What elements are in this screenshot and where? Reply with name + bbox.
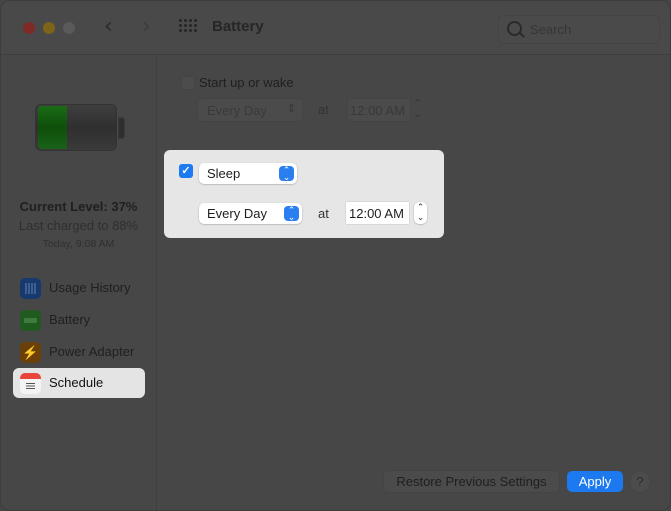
sleep-time-value: 12:00 AM	[349, 206, 404, 221]
startup-time-stepper[interactable]: ⌃ ⌄	[413, 99, 422, 120]
sidebar-item-usage-history[interactable]: Usage History	[13, 273, 145, 303]
sleep-frequency-select[interactable]: Every Day ⌃ ⌄	[199, 203, 302, 224]
battery-level-graphic	[35, 104, 125, 151]
popup-arrows-icon: ⇕	[286, 103, 296, 115]
startup-time-value: 12:00 AM	[350, 103, 405, 118]
startup-at-label: at	[318, 102, 329, 117]
power-adapter-icon: ⚡	[20, 342, 41, 363]
close-window-button[interactable]	[23, 22, 35, 34]
charged-time-text: Today, 9:08 AM	[42, 238, 115, 250]
minimize-window-button[interactable]	[43, 22, 55, 34]
forward-button[interactable]: ›	[142, 14, 151, 40]
sidebar-item-label: Power Adapter	[49, 344, 135, 359]
startup-label: Start up or wake	[199, 75, 294, 90]
sidebar-item-schedule[interactable]: Schedule	[13, 368, 145, 398]
battery-body	[35, 104, 117, 151]
help-button[interactable]: ?	[629, 471, 651, 493]
startup-time-field[interactable]: 12:00 AM	[347, 98, 411, 122]
sleep-schedule-panel: ✓ Sleep ⌃ ⌄ Every Day ⌃ ⌄ at 12:00 AM ⌃ ⌄	[164, 150, 444, 238]
battery-icon	[20, 310, 41, 331]
schedule-icon	[20, 373, 41, 394]
search-field[interactable]: Search	[498, 15, 660, 44]
sleep-frequency-value: Every Day	[207, 206, 267, 221]
sleep-action-value: Sleep	[207, 166, 241, 181]
usage-history-icon	[20, 278, 41, 299]
sleep-checkbox[interactable]: ✓	[179, 164, 193, 178]
restore-previous-settings-button[interactable]: Restore Previous Settings	[383, 470, 560, 493]
show-all-grid-icon[interactable]	[179, 19, 197, 37]
sleep-at-label: at	[318, 206, 329, 221]
startup-frequency-value: Every Day	[207, 103, 267, 118]
apply-button[interactable]: Apply	[567, 471, 623, 492]
battery-preferences-window: ‹ › Battery Search Current Level: 37% La…	[0, 0, 671, 511]
stepper-up-icon[interactable]: ⌃	[417, 202, 425, 212]
title-bar: ‹ › Battery Search	[1, 1, 670, 55]
sleep-time-stepper[interactable]: ⌃ ⌄	[414, 202, 427, 224]
sidebar-item-label: Usage History	[49, 280, 131, 295]
sleep-action-select[interactable]: Sleep ⌃ ⌄	[199, 163, 297, 184]
battery-level-fill	[38, 106, 67, 149]
search-placeholder: Search	[530, 22, 572, 37]
last-charged-text: Last charged to 88%	[18, 218, 139, 233]
sleep-time-field[interactable]: 12:00 AM	[346, 202, 409, 224]
zoom-window-button[interactable]	[63, 22, 75, 34]
window-title: Battery	[212, 18, 264, 35]
battery-terminal	[118, 117, 125, 139]
sidebar-item-label: Schedule	[49, 375, 104, 390]
popup-arrows-icon: ⌃ ⌄	[279, 166, 294, 182]
popup-arrows-icon: ⌃ ⌄	[284, 206, 299, 222]
search-icon	[507, 21, 522, 36]
sidebar-item-label: Battery	[49, 312, 91, 327]
schedule-pane: Start up or wake Every Day ⇕ at 12:00 AM…	[157, 55, 670, 510]
startup-checkbox[interactable]	[181, 76, 195, 90]
sidebar-item-power-adapter[interactable]: ⚡ Power Adapter	[13, 337, 145, 367]
back-button[interactable]: ‹	[104, 14, 113, 40]
sidebar: Current Level: 37% Last charged to 88% T…	[1, 55, 157, 510]
sidebar-item-battery[interactable]: Battery	[13, 305, 145, 335]
startup-frequency-select[interactable]: Every Day ⇕	[197, 98, 303, 122]
current-level-text: Current Level: 37%	[19, 199, 138, 214]
stepper-down-icon[interactable]: ⌄	[417, 212, 425, 222]
